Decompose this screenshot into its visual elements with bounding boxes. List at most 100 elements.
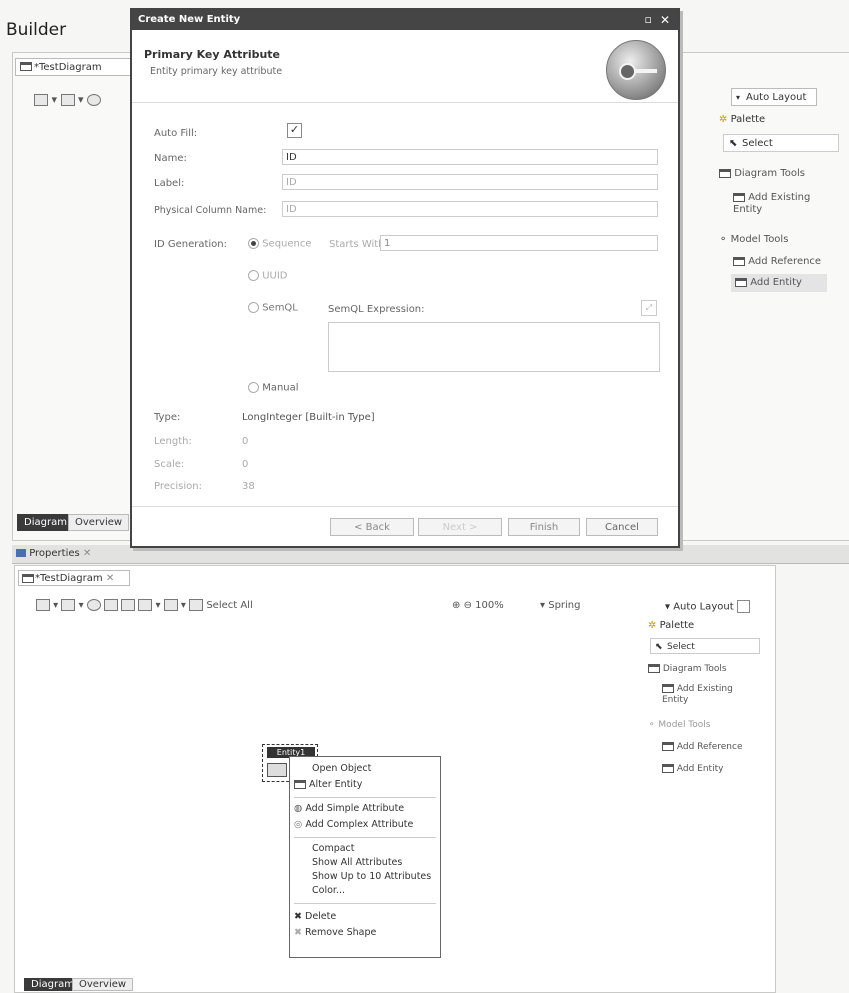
zoom-out-icon[interactable]: ⊖ (464, 600, 472, 611)
palette-icon: ✲ (648, 620, 657, 631)
sequence-radio[interactable] (248, 238, 259, 249)
label-field[interactable]: ID (282, 174, 658, 190)
diagram-icon (22, 574, 34, 583)
diagram-tools-header[interactable]: Diagram Tools (648, 664, 727, 674)
create-entity-dialog: Create New Entity ▫ ✕ Primary Key Attrib… (130, 8, 680, 548)
menu-show-up-to-10[interactable]: Show Up to 10 Attributes (312, 871, 431, 882)
menu-add-simple-attribute[interactable]: ◍ Add Simple Attribute (294, 803, 404, 814)
entity-tool-icon[interactable] (60, 94, 75, 106)
palette-select[interactable]: ⬉ Select (650, 638, 760, 654)
palette-add-entity[interactable]: Add Entity (662, 764, 723, 774)
length-value: 0 (242, 436, 249, 447)
semql-radio[interactable] (248, 302, 259, 313)
close-icon[interactable]: ✕ (83, 548, 91, 559)
select-all-button[interactable]: Select All (206, 600, 252, 611)
key-icon (606, 40, 666, 100)
manual-option[interactable]: Manual (248, 382, 299, 394)
palette-add-reference[interactable]: Add Reference (733, 256, 821, 267)
menu-add-complex-attribute[interactable]: ◎ Add Complex Attribute (294, 819, 413, 830)
zoom-controls: ⊕ ⊖ 100% (452, 600, 504, 611)
diagram-icon (20, 62, 32, 71)
zoom-in-icon[interactable]: ⊕ (452, 600, 460, 611)
model-tools-header[interactable]: ⚬ Model Tools (648, 720, 710, 730)
sequence-option[interactable]: Sequence (248, 238, 312, 250)
back-button[interactable]: < Back (330, 518, 414, 536)
arrange-icon[interactable] (163, 599, 178, 611)
precision-label: Precision: (154, 481, 202, 492)
dialog-title-bar: Create New Entity ▫ ✕ (132, 10, 678, 30)
lower-auto-layout-button[interactable]: ▾ Auto Layout (665, 600, 750, 613)
upper-editor-tab[interactable]: *TestDiagram (15, 58, 137, 76)
semql-expression-label: SemQL Expression: (328, 304, 425, 315)
dialog-title: Create New Entity (138, 14, 241, 25)
group-icon[interactable] (138, 599, 153, 611)
diagram-tools-icon (719, 168, 731, 178)
menu-color[interactable]: Color... (312, 885, 345, 896)
upper-tab-diagram[interactable]: Diagram (17, 514, 74, 531)
length-label: Length: (154, 436, 192, 447)
gear-icon[interactable] (87, 94, 102, 106)
palette-add-existing-entity[interactable]: Add Existing Entity (662, 684, 746, 706)
upper-palette: ▾ Auto Layout ✲ Palette ⬉ Select Diagram… (713, 86, 849, 306)
uuid-radio[interactable] (248, 270, 259, 281)
finish-button[interactable]: Finish (508, 518, 580, 536)
close-icon[interactable]: ✕ (660, 10, 670, 30)
auto-fill-checkbox[interactable]: ✓ (287, 123, 302, 138)
entity-icon (733, 192, 745, 202)
starts-with-field[interactable]: 1 (380, 235, 658, 251)
palette-header: ✲ Palette (648, 620, 695, 631)
menu-show-all-attributes[interactable]: Show All Attributes (312, 857, 402, 868)
auto-fill-label: Auto Fill: (154, 128, 198, 139)
dialog-button-bar (132, 506, 678, 507)
menu-alter-entity[interactable]: Alter Entity (294, 779, 362, 790)
semql-expression-editor-icon[interactable]: ⤢ (641, 300, 657, 316)
attribute-icon: ◍ (294, 803, 303, 814)
layout-icon[interactable] (34, 94, 48, 106)
auto-layout-button[interactable]: ▾ Auto Layout (731, 88, 817, 106)
name-field[interactable]: ID (282, 149, 658, 165)
label-label: Label: (154, 178, 185, 189)
menu-separator (294, 797, 436, 798)
properties-tab[interactable]: Properties ✕ (16, 546, 91, 562)
lower-editor-tab[interactable]: *TestDiagram ✕ (18, 570, 130, 586)
uuid-option[interactable]: UUID (248, 270, 287, 282)
upper-tab-overview[interactable]: Overview (68, 514, 130, 531)
entity-shape-key-icon (267, 763, 287, 777)
palette-add-entity[interactable]: Add Entity (731, 274, 827, 292)
select-all-icon[interactable] (189, 599, 204, 611)
chevron-down-icon: ▾ (540, 600, 546, 611)
palette-select[interactable]: ⬉ Select (723, 134, 839, 152)
manual-radio[interactable] (248, 382, 259, 393)
layout-icon[interactable] (36, 599, 50, 611)
palette-add-reference[interactable]: Add Reference (662, 742, 742, 752)
gear-icon[interactable] (86, 599, 101, 611)
menu-compact[interactable]: Compact (312, 843, 355, 854)
layout-select[interactable]: ▾ Spring (540, 600, 581, 611)
entity-tool-icon[interactable] (61, 599, 76, 611)
semql-option[interactable]: SemQL (248, 302, 298, 314)
menu-delete[interactable]: ✖ Delete (294, 911, 336, 922)
dialog-header: Primary Key Attribute Entity primary key… (132, 30, 678, 103)
close-icon[interactable]: ✕ (106, 573, 114, 584)
menu-remove-shape[interactable]: ✖ Remove Shape (294, 927, 376, 938)
palette-add-existing-entity[interactable]: Add Existing Entity (733, 192, 823, 216)
maximize-icon[interactable] (736, 600, 750, 613)
semql-expression-field[interactable] (328, 322, 660, 372)
reference-icon (662, 742, 674, 751)
maximize-icon[interactable]: ▫ (645, 10, 652, 30)
zoom-level[interactable]: 100% (475, 600, 504, 611)
dropdown-arrow-icon: ▾ (736, 93, 741, 102)
text-icon[interactable] (121, 599, 136, 611)
next-button[interactable]: Next > (418, 518, 502, 536)
physical-column-field[interactable]: ID (282, 201, 658, 217)
model-tools-header[interactable]: ⚬ Model Tools (719, 234, 788, 245)
palette-icon: ✲ (719, 114, 728, 125)
pointer-icon: ⬉ (729, 138, 738, 149)
attribute-icon[interactable] (103, 599, 118, 611)
lower-tab-overview[interactable]: Overview (72, 978, 134, 991)
diagram-tools-header[interactable]: Diagram Tools (719, 168, 805, 179)
lower-toolbar: ▾ ▾ ▾ ▾ Select All (36, 599, 253, 611)
cancel-button[interactable]: Cancel (586, 518, 658, 536)
lower-palette: ✲ Palette ⬉ Select Diagram Tools Add Exi… (644, 618, 772, 798)
menu-open-object[interactable]: Open Object (312, 763, 371, 774)
